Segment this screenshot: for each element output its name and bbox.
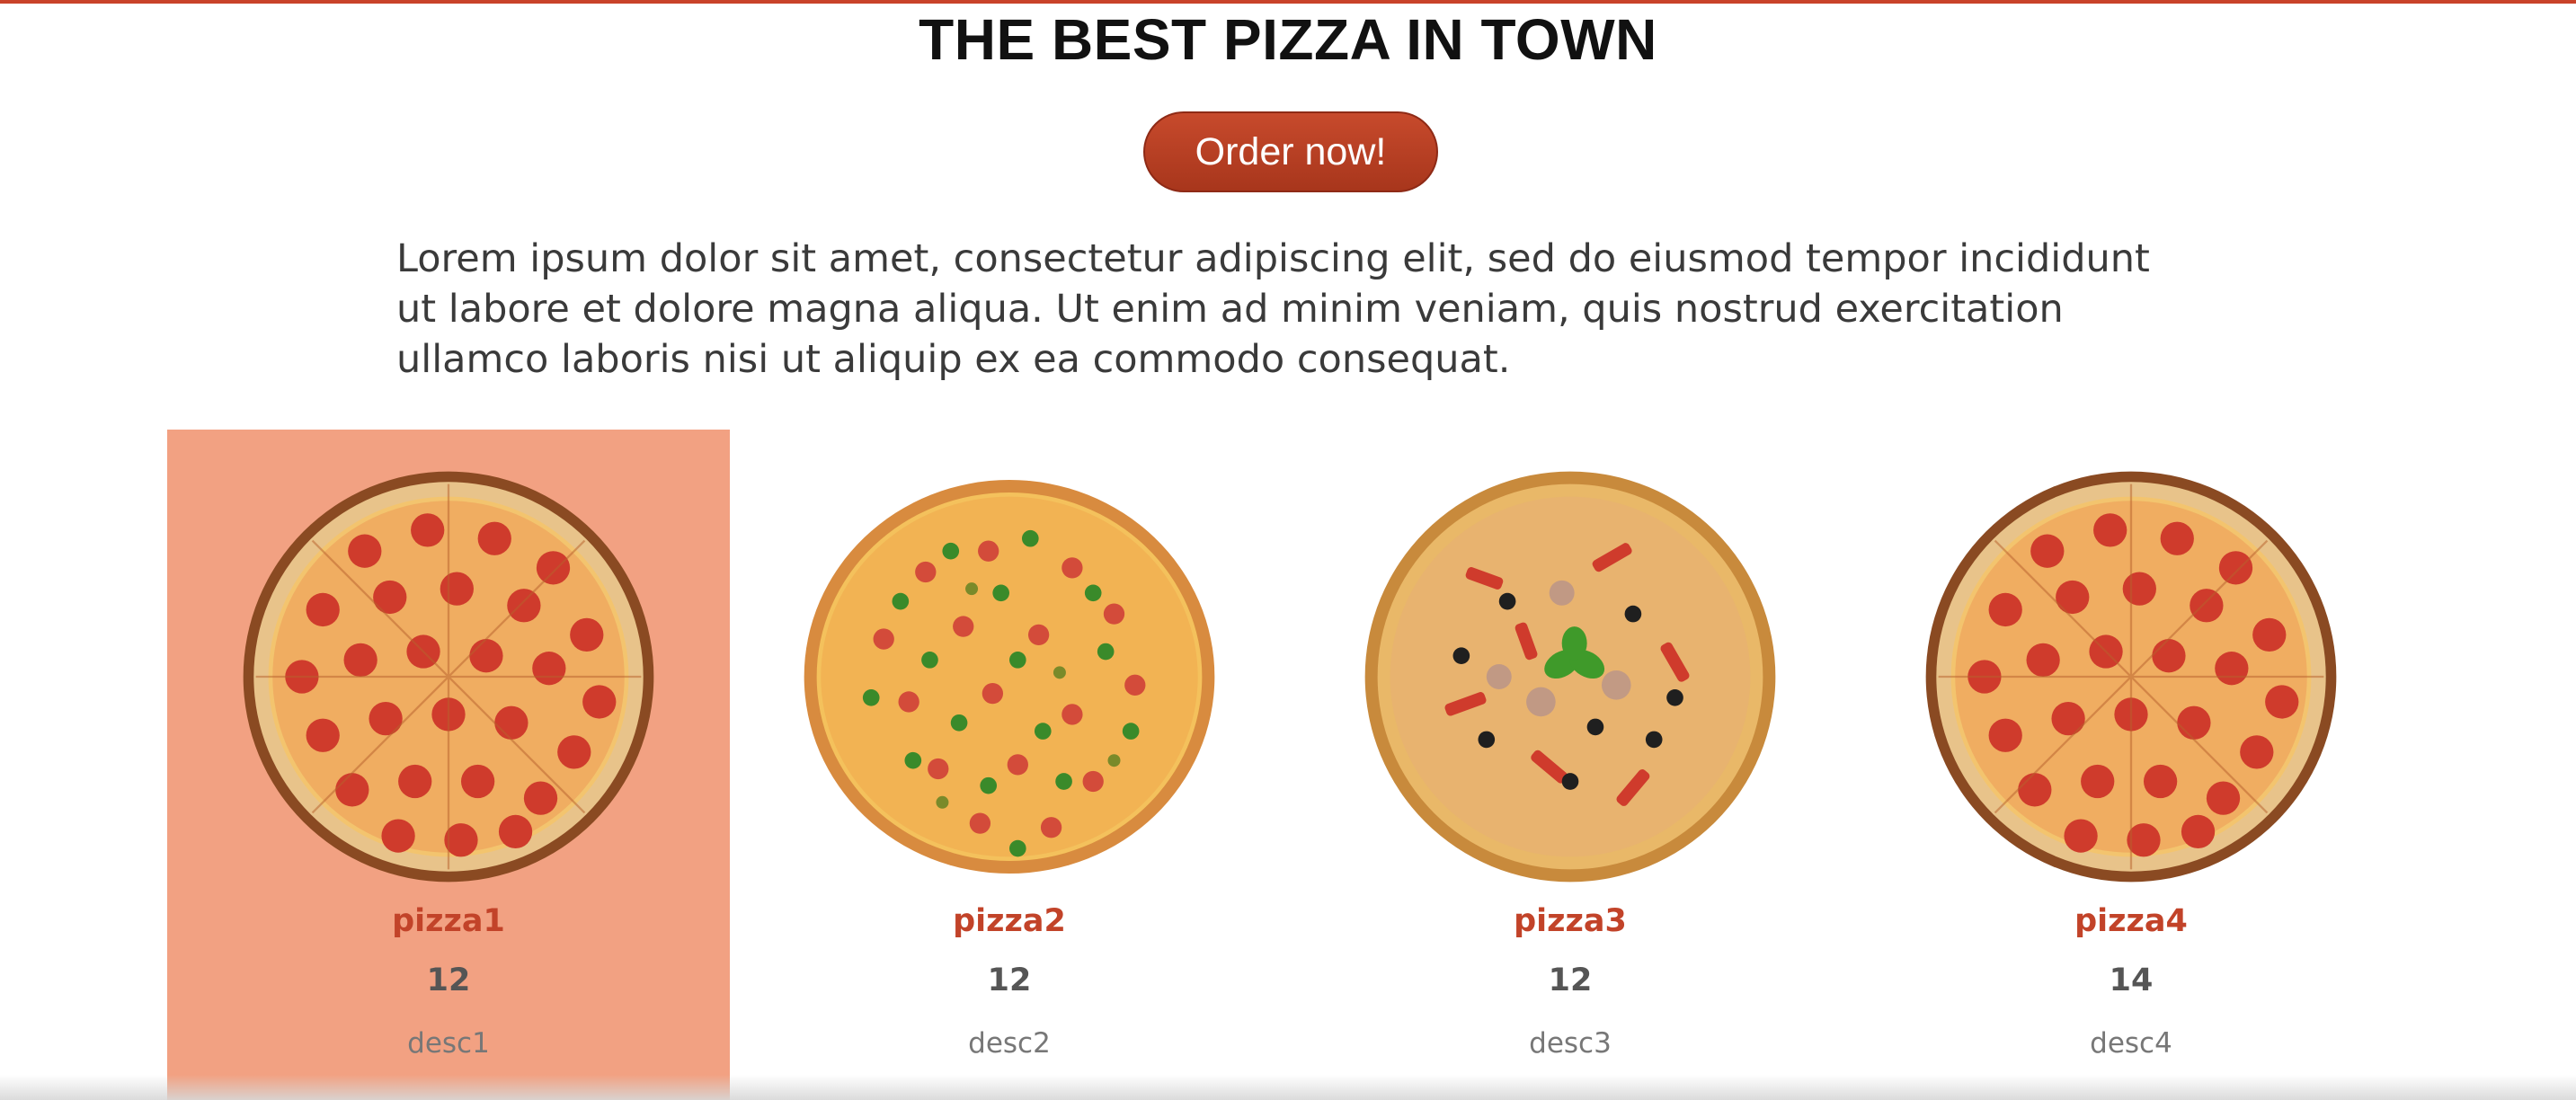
pepperoni-pizza-image bbox=[243, 471, 654, 883]
supreme-pizza-image bbox=[1364, 471, 1776, 883]
pizza-price: 12 bbox=[1548, 962, 1593, 998]
pizza-card-4[interactable]: pizza4 14 desc4 bbox=[1850, 430, 2412, 1100]
pizza-price: 12 bbox=[426, 962, 471, 998]
pizza-name: pizza3 bbox=[1514, 903, 1627, 939]
pizza-price: 14 bbox=[2109, 962, 2154, 998]
pizza-menu: pizza1 12 desc1 pizza2 12 desc2 pizza3 1… bbox=[167, 430, 2414, 1100]
pepperoni-pizza-image bbox=[1925, 471, 2337, 883]
pizza-price: 12 bbox=[987, 962, 1032, 998]
pizza-description: desc1 bbox=[407, 1027, 490, 1060]
top-accent-rule bbox=[0, 0, 2576, 4]
pizza-name: pizza2 bbox=[953, 903, 1066, 939]
page-title: THE BEST PIZZA IN TOWN bbox=[919, 7, 1657, 72]
pizza-card-3[interactable]: pizza3 12 desc3 bbox=[1289, 430, 1852, 1100]
pizza-description: desc3 bbox=[1529, 1027, 1612, 1060]
sausage-herb-pizza-image bbox=[804, 479, 1215, 874]
pizza-description: desc4 bbox=[2090, 1027, 2172, 1060]
pizza-card-2[interactable]: pizza2 12 desc2 bbox=[728, 430, 1291, 1100]
pizza-name: pizza1 bbox=[392, 903, 505, 939]
order-now-button[interactable]: Order now! bbox=[1143, 111, 1438, 192]
pizza-card-1[interactable]: pizza1 12 desc1 bbox=[167, 430, 730, 1100]
intro-paragraph: Lorem ipsum dolor sit amet, consectetur … bbox=[396, 236, 2150, 382]
pizza-name: pizza4 bbox=[2074, 903, 2188, 939]
pizza-description: desc2 bbox=[968, 1027, 1051, 1060]
